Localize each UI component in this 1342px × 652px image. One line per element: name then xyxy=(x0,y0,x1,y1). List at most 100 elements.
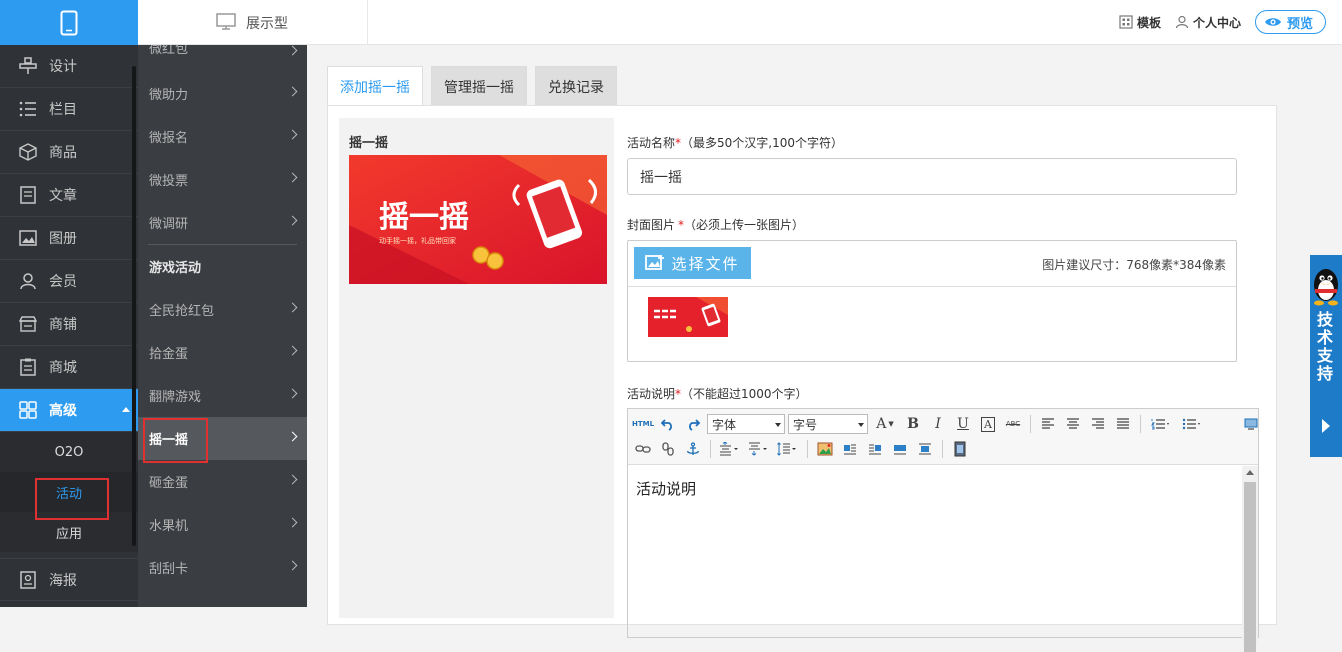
editor-content[interactable]: 活动说明 xyxy=(628,466,1242,646)
image-center-icon[interactable] xyxy=(914,439,936,459)
scroll-up-icon[interactable] xyxy=(1246,470,1254,475)
submenu-item-red-packet[interactable]: 微红包 xyxy=(138,45,307,57)
sidebar-item-columns[interactable]: 栏目 xyxy=(0,88,138,131)
bold-button[interactable]: B xyxy=(902,414,924,434)
size-select-value: 字号 xyxy=(793,417,818,432)
sidebar-item-design[interactable]: 设计 xyxy=(0,45,138,88)
link-icon[interactable] xyxy=(632,439,654,459)
sidebar-item-mall[interactable]: 商城 xyxy=(0,346,138,389)
top-bar-actions: 模板 个人中心 预览 xyxy=(1119,10,1326,34)
underline-button[interactable]: U xyxy=(952,414,974,434)
chevron-right-icon xyxy=(287,474,298,485)
toolbar-row-1: HTML 字体 字号 A ▼ B I U A ABC xyxy=(632,413,1262,435)
sidebar-item-label: 商品 xyxy=(49,145,77,161)
font-size-select[interactable]: 字号 xyxy=(788,414,868,434)
sidebar-item-poster[interactable]: 海报 xyxy=(0,558,138,601)
template-label: 模板 xyxy=(1136,15,1161,30)
row-spacing-top-icon[interactable] xyxy=(717,439,743,459)
anchor-icon[interactable] xyxy=(682,439,704,459)
italic-button[interactable]: I xyxy=(927,414,949,434)
sidebar-item-members[interactable]: 会员 xyxy=(0,260,138,303)
ordered-list-icon[interactable] xyxy=(1147,414,1175,434)
chevron-right-icon xyxy=(287,431,298,442)
row-spacing-bottom-icon[interactable] xyxy=(746,439,772,459)
upload-toolbar: 选择文件 图片建议尺寸：768像素*384像素 xyxy=(628,241,1236,287)
strikethrough-button[interactable]: ABC xyxy=(1002,414,1024,434)
qq-penguin-icon xyxy=(1314,269,1338,306)
sidebar-subitem-o2o[interactable]: O2O xyxy=(0,432,138,472)
unordered-list-icon[interactable] xyxy=(1178,414,1206,434)
cover-thumbnail[interactable] xyxy=(648,297,728,337)
chevron-right-icon xyxy=(287,86,298,97)
border-text-button[interactable]: A xyxy=(977,414,999,434)
clipboard-icon xyxy=(17,356,39,378)
line-height-icon[interactable] xyxy=(775,439,801,459)
insert-image-icon[interactable] xyxy=(814,439,836,459)
align-right-icon[interactable] xyxy=(1087,414,1109,434)
user-icon xyxy=(1175,15,1189,29)
submenu-item-vote[interactable]: 微投票 xyxy=(138,158,307,201)
html-button[interactable]: HTML xyxy=(632,414,654,434)
choose-file-button[interactable]: 选择文件 xyxy=(634,247,751,279)
label-text: 活动说明 xyxy=(627,387,676,401)
submenu-item-label: 微报名 xyxy=(149,131,189,146)
sidebar-item-advanced[interactable]: 高级 xyxy=(0,389,138,432)
sidebar-item-label: 设计 xyxy=(49,59,77,75)
preview-card: 摇一摇 摇一摇 动手摇一摇，礼品带回家 xyxy=(339,118,614,618)
align-justify-icon[interactable] xyxy=(1112,414,1134,434)
dropdown-arrow-icon xyxy=(858,423,864,427)
submenu-item-survey[interactable]: 微调研 xyxy=(138,201,307,244)
mobile-logo[interactable] xyxy=(0,0,138,45)
submenu-item-assist[interactable]: 微助力 xyxy=(138,72,307,115)
font-family-select[interactable]: 字体 xyxy=(707,414,785,434)
preview-button[interactable]: 预览 xyxy=(1254,10,1326,34)
editor-scrollbar[interactable] xyxy=(1242,466,1258,652)
sidebar-item-gallery[interactable]: 图册 xyxy=(0,217,138,260)
tab-add-shake[interactable]: 添加摇一摇 xyxy=(327,66,423,106)
article-icon xyxy=(17,184,39,206)
chevron-right-icon xyxy=(287,45,298,56)
sidebar-item-shops[interactable]: 商铺 xyxy=(0,303,138,346)
user-icon xyxy=(17,270,39,292)
submenu-item-fruit-machine[interactable]: 水果机 xyxy=(138,503,307,546)
toolbar-separator xyxy=(1140,415,1141,433)
unlink-icon[interactable] xyxy=(657,439,679,459)
sidebar-item-label: 商铺 xyxy=(49,317,77,333)
template-icon xyxy=(1119,15,1133,29)
font-color-button[interactable]: A ▼ xyxy=(871,414,899,434)
redo-icon[interactable] xyxy=(682,414,704,434)
site-type-selector[interactable]: 展示型 xyxy=(138,0,368,45)
phone-icon xyxy=(60,10,78,35)
insert-video-icon[interactable] xyxy=(949,439,971,459)
image-inline-icon[interactable] xyxy=(889,439,911,459)
align-center-icon[interactable] xyxy=(1062,414,1084,434)
submenu-section-title: 游戏活动 xyxy=(149,261,202,276)
submenu-item-flip-card[interactable]: 翻牌游戏 xyxy=(138,374,307,417)
template-link[interactable]: 模板 xyxy=(1119,14,1161,31)
sidebar-scrollbar[interactable] xyxy=(132,66,136,546)
undo-icon[interactable] xyxy=(657,414,679,434)
submenu-item-pick-egg[interactable]: 拾金蛋 xyxy=(138,331,307,374)
site-type-label: 展示型 xyxy=(246,15,288,32)
image-right-icon[interactable] xyxy=(864,439,886,459)
tab-redeem-records[interactable]: 兑换记录 xyxy=(535,66,617,106)
tech-support-label: 技术支持 xyxy=(1314,311,1333,383)
submenu-item-smash-egg[interactable]: 砸金蛋 xyxy=(138,460,307,503)
tech-support-widget[interactable]: 技术支持 xyxy=(1310,255,1342,457)
align-left-icon[interactable] xyxy=(1037,414,1059,434)
user-center-link[interactable]: 个人中心 xyxy=(1175,14,1241,31)
submenu-item-signup[interactable]: 微报名 xyxy=(138,115,307,158)
fullscreen-icon[interactable] xyxy=(1240,414,1262,434)
sidebar-item-products[interactable]: 商品 xyxy=(0,131,138,174)
toolbar-separator xyxy=(807,440,808,458)
submenu-item-label: 拾金蛋 xyxy=(149,347,189,362)
activity-name-input[interactable]: 摇一摇 xyxy=(627,158,1237,195)
tab-manage-shake[interactable]: 管理摇一摇 xyxy=(431,66,527,106)
border-text-label: A xyxy=(981,416,995,432)
sidebar-item-articles[interactable]: 文章 xyxy=(0,174,138,217)
submenu-item-grab-red-packet[interactable]: 全民抢红包 xyxy=(138,288,307,331)
submenu-item-scratch-card[interactable]: 刮刮卡 xyxy=(138,546,307,589)
submenu-item-label: 微助力 xyxy=(149,88,189,103)
scrollbar-thumb[interactable] xyxy=(1244,482,1256,652)
image-left-icon[interactable] xyxy=(839,439,861,459)
